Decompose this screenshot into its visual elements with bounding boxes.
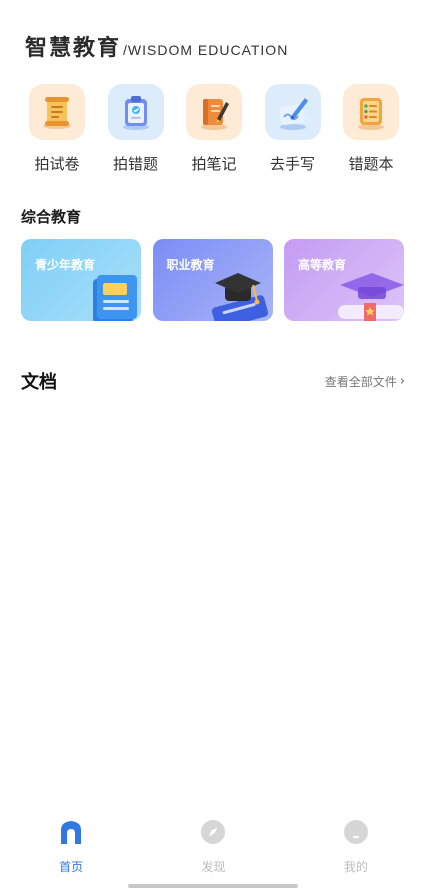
- page-title: 智慧教育: [25, 36, 122, 61]
- scroll-icon: [29, 84, 85, 140]
- documents-title: 文档: [21, 372, 57, 393]
- app-header: 智慧教育 /WISDOM EDUCATION: [25, 30, 288, 62]
- view-all-files-label: 查看全部文件: [324, 374, 397, 389]
- tab-discover[interactable]: 发现: [142, 812, 284, 888]
- notebook-pencil-icon: [186, 84, 242, 140]
- profile-icon: [343, 820, 368, 844]
- tab-label: 首页: [59, 860, 84, 874]
- graduation-cap-icon: [211, 273, 268, 321]
- tool-label: 拍笔记: [191, 155, 237, 173]
- page-subtitle: /WISDOM EDUCATION: [123, 42, 289, 58]
- tool-scan-paper[interactable]: 拍试卷: [22, 84, 92, 174]
- education-cards: 青少年教育 职业教育 高等教育: [21, 239, 404, 321]
- handwriting-pen-icon: [264, 84, 321, 140]
- card-youth-education[interactable]: 青少年教育: [21, 239, 141, 321]
- home-icon: [61, 821, 82, 844]
- bottom-tab-bar: 首页 发现 我的: [0, 812, 427, 888]
- chevron-right-icon: ›: [399, 373, 405, 389]
- section-title: 综合教育: [21, 208, 82, 226]
- documents-header: 文档 查看全部文件 ›: [21, 368, 405, 394]
- tool-label: 拍错题: [112, 155, 158, 173]
- diploma-icon: [338, 273, 404, 321]
- tool-handwriting[interactable]: 去手写: [258, 84, 328, 174]
- tool-mistake-book[interactable]: 错题本: [336, 84, 406, 174]
- book-icon: [93, 275, 137, 321]
- tool-scan-mistake[interactable]: 拍错题: [101, 84, 171, 174]
- tool-scan-notes[interactable]: 拍笔记: [179, 84, 249, 174]
- tool-label: 去手写: [269, 155, 315, 173]
- tool-label: 拍试卷: [34, 155, 80, 173]
- card-higher-education[interactable]: 高等教育: [284, 239, 404, 321]
- clipboard-check-icon: [107, 84, 164, 140]
- card-vocational-education[interactable]: 职业教育: [152, 239, 273, 321]
- tab-profile[interactable]: 我的: [285, 812, 427, 888]
- tab-home[interactable]: 首页: [0, 812, 142, 888]
- compass-icon: [201, 820, 226, 844]
- tab-label: 发现: [201, 860, 226, 874]
- list-book-icon: [343, 84, 399, 140]
- view-all-files-link[interactable]: 查看全部文件 ›: [325, 373, 405, 390]
- home-indicator: [128, 884, 298, 888]
- quick-tools: 拍试卷 拍错题 拍笔记 去手写 错题本: [22, 84, 406, 174]
- tool-label: 错题本: [348, 155, 394, 173]
- tab-label: 我的: [343, 860, 368, 874]
